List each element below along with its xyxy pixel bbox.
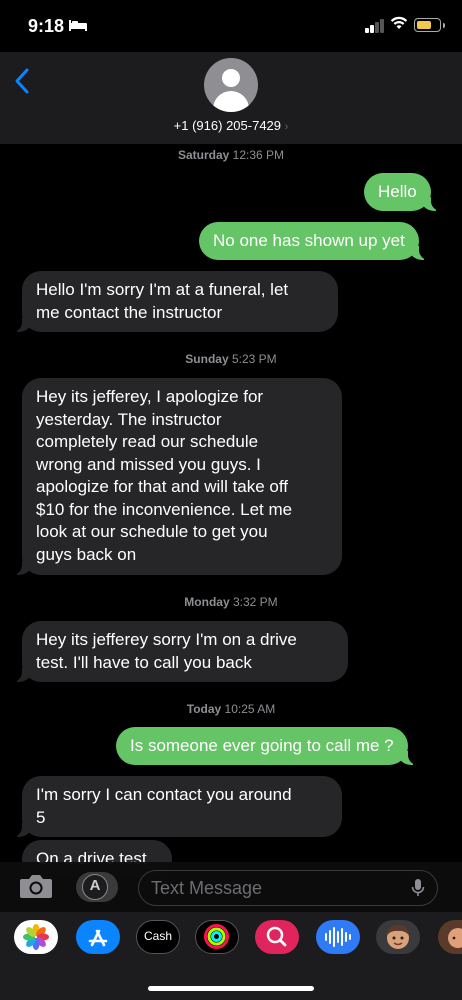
voice-memo-icon[interactable] [316,920,360,954]
status-time: 9:18 [28,16,65,36]
fitness-icon[interactable] [195,920,239,954]
timestamp: Today 10:25 AM [0,702,462,716]
chevron-left-icon[interactable] [14,66,30,103]
timestamp: Monday 3:32 PM [0,595,462,609]
timestamp: Saturday 12:36 PM [0,148,462,162]
timestamp: Sunday 5:23 PM [0,352,462,366]
conversation-header: +1 (916) 205-7429 › [0,52,462,144]
microphone-icon[interactable] [411,878,425,898]
message-line: Hey its jefferey, I apologize for [36,387,264,406]
memoji-icon[interactable] [376,920,420,954]
message-line: $10 for the inconvenience. Let me [36,499,293,519]
wifi-icon [390,16,408,35]
timestamp-time: 10:25 AM [224,702,276,716]
message-line: wrong and missed you guys. I [36,454,261,474]
status-bar: 9:18 [0,0,462,52]
app-store-icon[interactable] [76,920,120,954]
timestamp-day: Monday [184,595,230,609]
camera-icon[interactable] [18,872,54,900]
compose-bar: A [0,862,462,912]
photos-icon[interactable] [14,920,58,954]
message-text: Is someone ever going to call me ? [130,736,394,755]
contact-name[interactable]: +1 (916) 205-7429 › [0,118,462,133]
cash-app-icon[interactable]: Cash [136,920,180,954]
contact-avatar[interactable] [204,58,258,112]
message-line: me contact the instructor [36,302,223,322]
timestamp-time: 3:32 PM [232,595,278,609]
cash-label: Cash [143,929,172,943]
battery-icon [414,18,445,32]
received-message[interactable]: I'm sorry I can contact you around 5 [12,776,342,837]
sleep-mode-icon [68,18,88,36]
sent-message[interactable]: No one has shown up yet [199,222,429,260]
timestamp-time: 5:23 PM [231,352,277,366]
message-input[interactable] [151,877,391,899]
app-drawer: Cash [0,912,462,1000]
message-line: I'm sorry I can contact you around [36,785,292,804]
chevron-right-icon: › [284,121,289,133]
contact-number: +1 (916) 205-7429 [173,118,282,133]
message-line: yesterday. The instructor [36,409,222,429]
received-message[interactable]: Hey its jefferey sorry I'm on a drive te… [12,621,348,682]
sent-message[interactable]: Is someone ever going to call me ? [116,727,418,765]
timestamp-day: Sunday [185,352,229,366]
message-field[interactable] [138,870,438,906]
app-store-button[interactable]: A [76,872,118,902]
home-indicator[interactable] [148,986,314,991]
message-line: Hey its jefferey sorry I'm on a drive [36,630,297,649]
message-text: Hello [378,182,417,201]
received-message[interactable]: Hey its jefferey, I apologize for yester… [12,378,342,575]
received-message[interactable]: Hello I'm sorry I'm at a funeral, let me… [12,271,338,332]
timestamp-time: 12:36 PM [232,148,285,162]
app-store-icon: A [82,874,108,900]
timestamp-day: Saturday [177,148,230,162]
memoji-icon[interactable] [438,920,462,954]
search-app-icon[interactable] [255,920,299,954]
message-line: apologize for that and will take off [36,477,289,496]
cellular-signal-icon [365,19,385,33]
message-line: guys back on [36,544,137,564]
message-line: look at our schedule to get you [36,522,268,541]
message-line: 5 [36,807,46,827]
message-text: No one has shown up yet [213,231,405,250]
message-line: Hello I'm sorry I'm at a funeral, let [36,280,289,299]
timestamp-day: Today [186,702,222,716]
message-line: completely read our schedule [36,432,259,451]
sent-message[interactable]: Hello [364,173,441,211]
message-line: test. I'll have to call you back [36,652,252,672]
